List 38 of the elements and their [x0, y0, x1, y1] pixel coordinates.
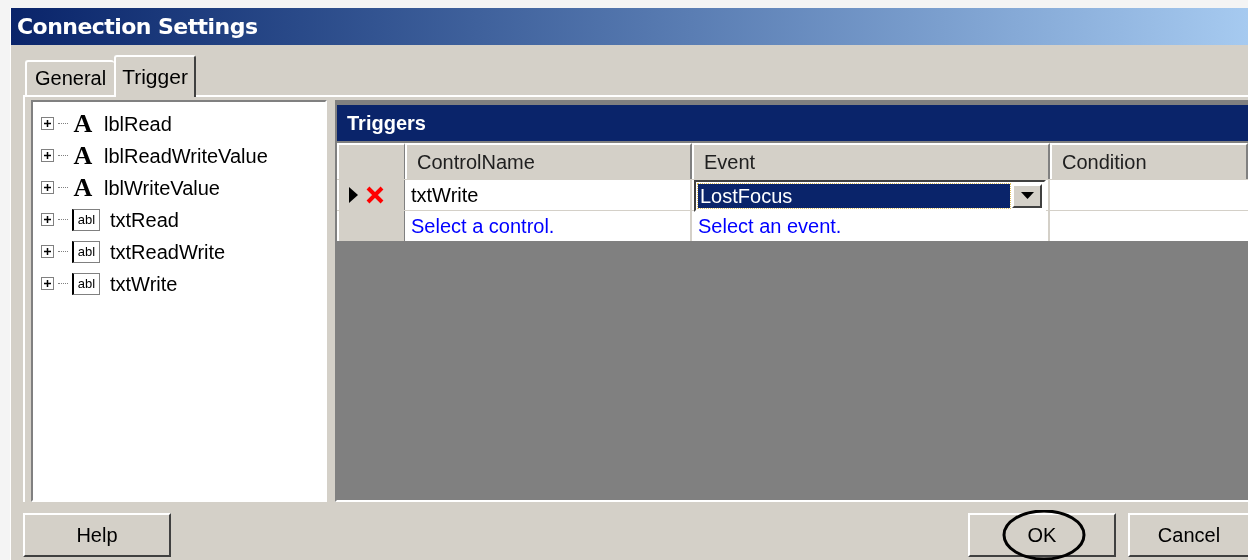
table-cell[interactable]: Select a control. — [405, 210, 692, 241]
expand-icon[interactable] — [41, 213, 54, 227]
column-header[interactable]: Condition — [1050, 142, 1248, 179]
expand-icon[interactable] — [41, 245, 54, 259]
dialog-button[interactable]: Help — [23, 513, 171, 558]
window-title: Connection Settings — [17, 12, 258, 41]
delete-icon[interactable] — [366, 185, 384, 204]
expand-icon[interactable] — [41, 277, 54, 291]
label-icon: A — [72, 111, 94, 136]
text-box-icon: abl — [72, 208, 100, 231]
table-cell[interactable] — [1050, 210, 1248, 241]
tree-item[interactable]: txtRead — [110, 204, 179, 235]
tab[interactable]: Trigger — [114, 54, 196, 97]
table-cell[interactable] — [1050, 179, 1248, 210]
caret-down-icon — [1020, 192, 1034, 200]
event-dropdown[interactable]: LostFocus — [694, 179, 1046, 212]
dialog-button[interactable]: Cancel — [1128, 513, 1248, 558]
tree-item[interactable]: lblWriteValue — [104, 172, 220, 203]
tree-item[interactable]: lblRead — [104, 108, 172, 139]
label-icon: A — [72, 175, 94, 200]
tree-item[interactable]: txtReadWrite — [110, 236, 226, 267]
expand-icon[interactable] — [41, 149, 54, 163]
dialog-button[interactable]: OK — [968, 513, 1116, 558]
tab[interactable]: General — [25, 59, 115, 95]
dropdown-button[interactable] — [1012, 183, 1042, 208]
text-box-icon: abl — [72, 272, 100, 295]
expand-icon[interactable] — [41, 181, 54, 195]
tree-item[interactable]: txtWrite — [110, 268, 178, 299]
current-row-icon — [349, 186, 358, 203]
column-header[interactable]: ControlName — [405, 142, 692, 179]
expand-icon[interactable] — [41, 117, 54, 131]
text-box-icon: abl — [72, 240, 100, 263]
table-cell[interactable]: txtWrite — [405, 179, 692, 210]
tree-item[interactable]: lblReadWriteValue — [104, 140, 268, 171]
dropdown-value: LostFocus — [698, 183, 1010, 208]
column-header[interactable]: Event — [692, 142, 1050, 179]
grid-title: Triggers — [347, 110, 426, 136]
label-icon: A — [72, 143, 94, 168]
